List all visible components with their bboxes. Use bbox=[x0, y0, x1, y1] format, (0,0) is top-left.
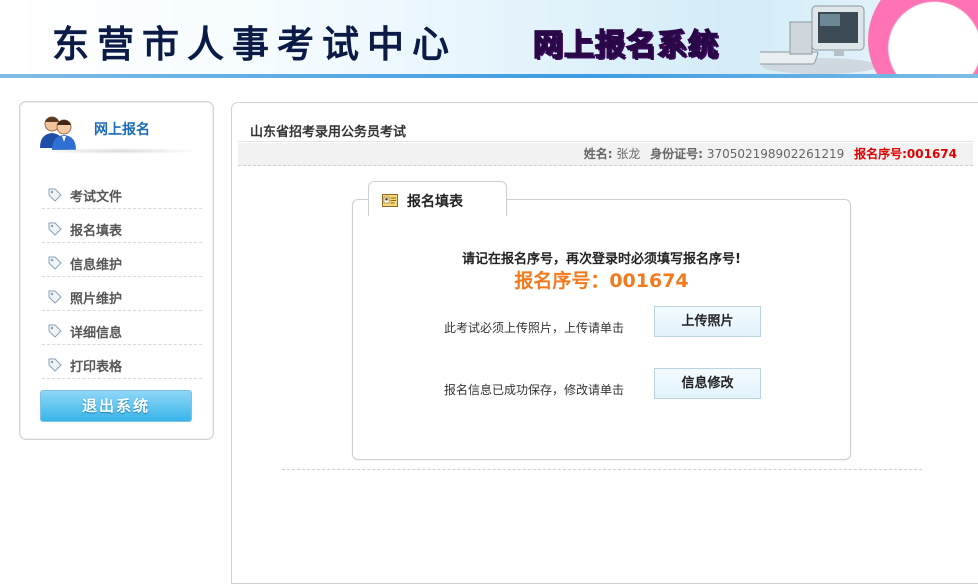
users-icon bbox=[40, 116, 76, 150]
main-panel: 山东省招考录用公务员考试 姓名: 张龙 身份证号: 37050219890226… bbox=[231, 102, 978, 584]
bottom-divider bbox=[282, 469, 922, 470]
upload-hint: 此考试必须上传照片，上传请单击 bbox=[444, 321, 625, 335]
modify-info-button[interactable]: 信息修改 bbox=[654, 368, 761, 399]
header-stripe bbox=[0, 74, 978, 78]
site-title: 东营市人事考试中心 bbox=[52, 22, 457, 66]
sidebar-item-label: 打印表格 bbox=[70, 360, 123, 375]
sidebar-item-label: 考试文件 bbox=[70, 190, 123, 205]
tag-icon bbox=[48, 256, 62, 270]
id-label: 身份证号: bbox=[650, 147, 703, 161]
tag-icon bbox=[48, 290, 62, 304]
sidebar-title: 网上报名 bbox=[94, 122, 150, 138]
sidebar-item-details[interactable]: 详细信息 bbox=[42, 314, 202, 345]
sidebar-item-photo-maintenance[interactable]: 照片维护 bbox=[42, 280, 202, 311]
tag-icon bbox=[48, 358, 62, 372]
sidebar-item-info-maintenance[interactable]: 信息维护 bbox=[42, 246, 202, 277]
upload-photo-button[interactable]: 上传照片 bbox=[654, 306, 761, 337]
title-divider bbox=[238, 141, 973, 142]
notice-text: 请记在报名序号，再次登录时必须填写报名序号! bbox=[462, 252, 741, 267]
id-card-icon bbox=[382, 194, 398, 207]
tag-icon bbox=[48, 324, 62, 338]
sidebar-item-print-form[interactable]: 打印表格 bbox=[42, 348, 202, 379]
tab-label: 报名填表 bbox=[407, 194, 463, 210]
tag-icon bbox=[48, 222, 62, 236]
id-value: 370502198902261219 bbox=[706, 147, 845, 161]
name-value: 张龙 bbox=[616, 147, 641, 161]
tag-icon bbox=[48, 188, 62, 202]
system-subtitle: 网上报名系统 bbox=[532, 27, 719, 63]
exam-title: 山东省招考录用公务员考试 bbox=[250, 125, 407, 140]
sidebar-item-label: 照片维护 bbox=[70, 292, 123, 307]
header-banner: 东营市人事考试中心 网上报名系统 bbox=[0, 0, 978, 78]
decorative-swoosh bbox=[868, 0, 978, 78]
sidebar-header-shadow bbox=[36, 148, 201, 154]
sidebar-item-label: 详细信息 bbox=[70, 326, 123, 341]
tab-registration-form: 报名填表 bbox=[368, 181, 507, 216]
sidebar-item-exam-docs[interactable]: 考试文件 bbox=[42, 178, 202, 209]
user-info-bar: 姓名: 张龙 身份证号: 370502198902261219 报名序号:001… bbox=[238, 143, 973, 166]
reg-number-value: 001674 bbox=[906, 147, 957, 161]
sidebar: 网上报名 考试文件 报名填表 信息维护 照片维护 详细信息 打印表格 退出系统 bbox=[19, 101, 214, 440]
reg-number-label: 报名序号: bbox=[854, 147, 907, 161]
sidebar-item-registration-form[interactable]: 报名填表 bbox=[42, 212, 202, 243]
sidebar-header: 网上报名 bbox=[20, 102, 213, 154]
sidebar-item-label: 报名填表 bbox=[70, 224, 123, 239]
computer-icon bbox=[760, 5, 878, 74]
modify-hint: 报名信息已成功保存，修改请单击 bbox=[444, 383, 625, 397]
sidebar-item-label: 信息维护 bbox=[70, 258, 123, 273]
reg-number-display: 报名序号：001674 bbox=[514, 270, 689, 292]
logout-button[interactable]: 退出系统 bbox=[40, 390, 192, 422]
name-label: 姓名: bbox=[583, 147, 613, 161]
